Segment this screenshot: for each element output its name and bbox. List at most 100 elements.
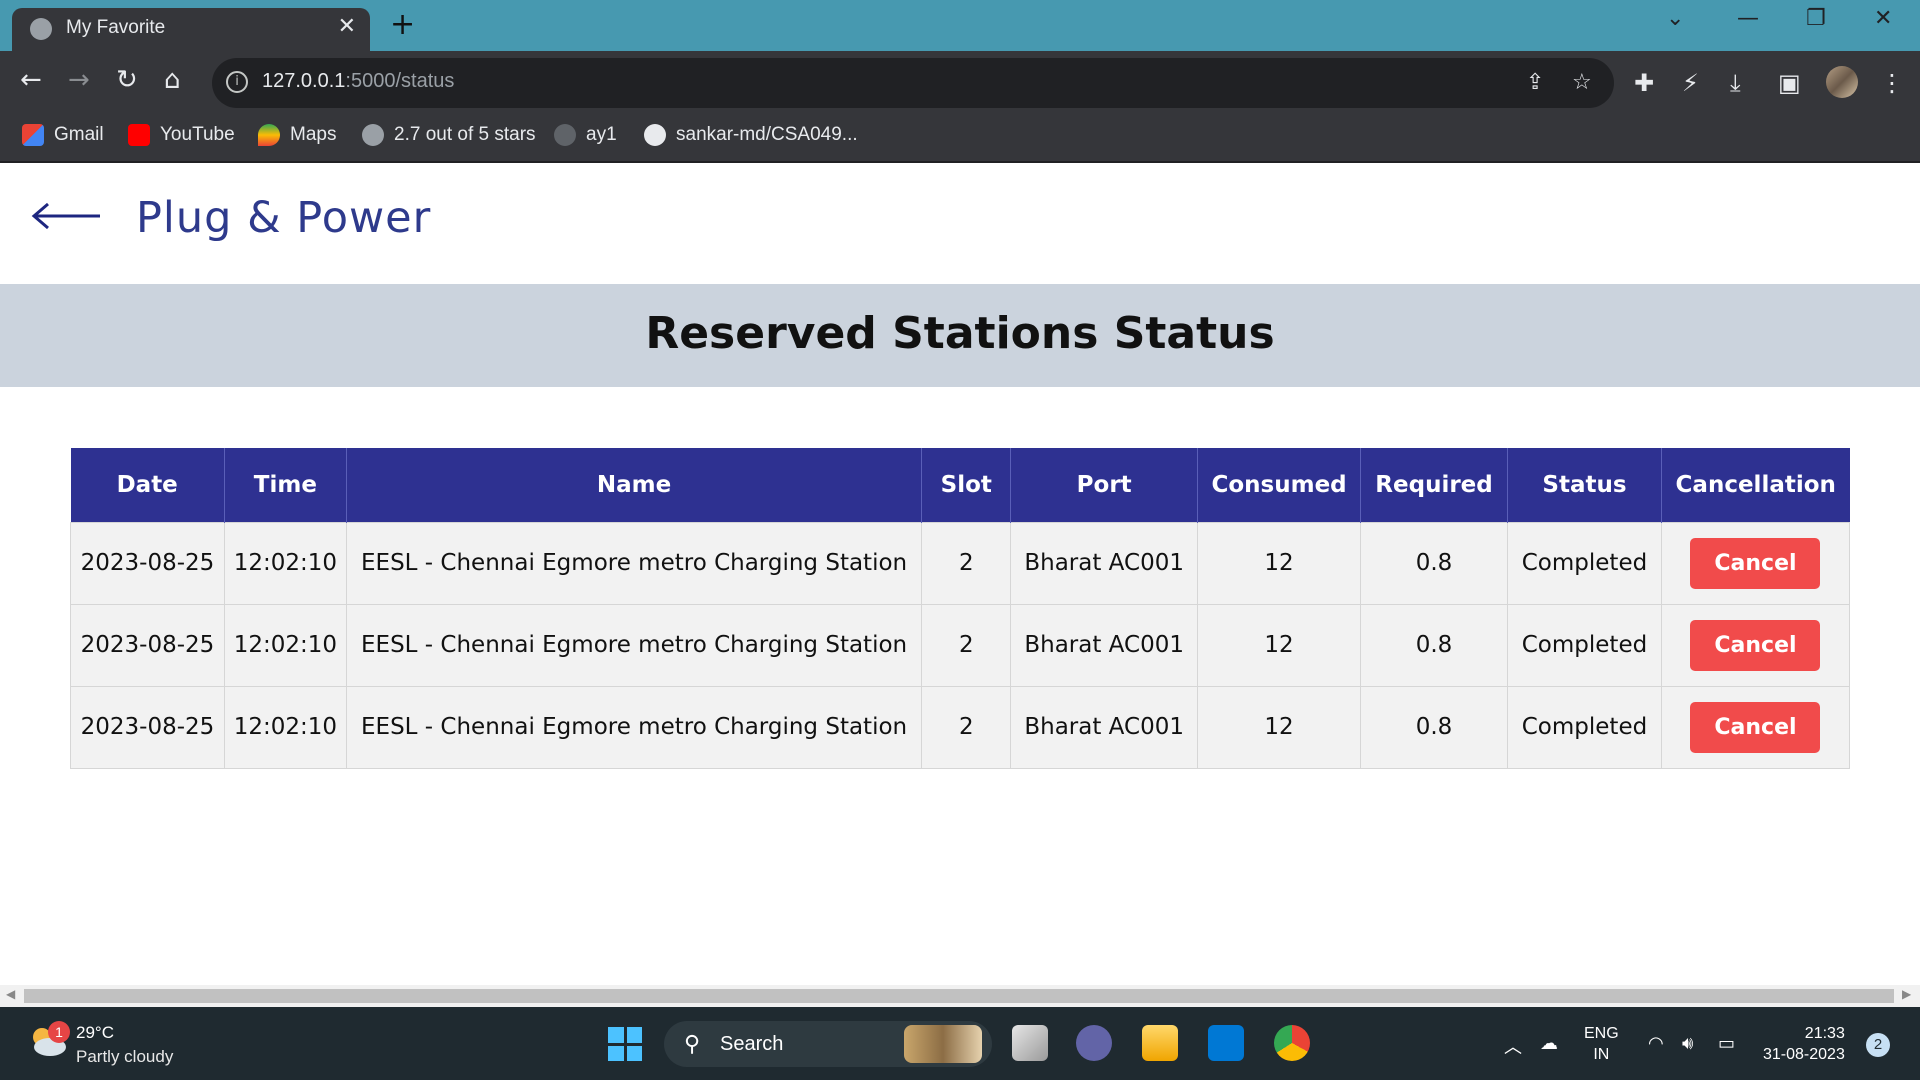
cell-time: 12:02:10 — [223, 685, 347, 769]
bookmark-ay1[interactable]: ay1 — [554, 124, 617, 146]
region-code: IN — [1593, 1046, 1610, 1063]
reload-icon[interactable]: ↻ — [116, 65, 138, 95]
search-icon: ⚲ — [684, 1031, 701, 1056]
cell-cancellation: Cancel — [1660, 521, 1851, 605]
wifi-icon[interactable]: ◠ — [1648, 1033, 1664, 1054]
restore-icon[interactable]: ❐ — [1806, 6, 1826, 31]
horizontal-scrollbar[interactable]: ◀ ▶ — [0, 985, 1920, 1007]
header-port: Port — [1010, 448, 1199, 522]
cell-cancellation: Cancel — [1660, 685, 1851, 769]
heading-banner: Reserved Stations Status — [0, 284, 1920, 387]
performance-icon[interactable]: ⚡ — [1682, 69, 1699, 97]
cell-required: 0.8 — [1360, 521, 1508, 605]
notification-badge[interactable]: 2 — [1866, 1033, 1890, 1057]
header-cancellation: Cancellation — [1661, 448, 1850, 522]
cell-port: Bharat AC001 — [1010, 685, 1199, 769]
bookmark-label: YouTube — [160, 124, 235, 145]
back-nav-icon[interactable]: ← — [20, 65, 42, 95]
bookmark-label: ay1 — [586, 124, 617, 145]
reservations-table: Date Time Name Slot Port Consumed Requir… — [70, 448, 1851, 769]
start-button[interactable] — [608, 1027, 642, 1061]
windows-logo-icon — [626, 1027, 642, 1043]
cell-date: 2023-08-25 — [70, 603, 225, 687]
file-explorer-icon[interactable] — [1142, 1025, 1178, 1061]
cancel-button[interactable]: Cancel — [1690, 619, 1821, 671]
windows-logo-icon — [626, 1045, 642, 1061]
minimize-icon[interactable]: — — [1737, 6, 1759, 31]
task-view-icon[interactable] — [1012, 1025, 1048, 1061]
page-content: Plug & Power Reserved Stations Status Da… — [0, 163, 1920, 985]
language-code: ENG — [1584, 1025, 1619, 1042]
download-icon[interactable]: ⤓ — [1730, 69, 1741, 97]
tab-title: My Favorite — [66, 17, 166, 38]
table-row: 2023-08-25 12:02:10 EESL - Chennai Egmor… — [70, 603, 1851, 687]
bookmark-label: Maps — [290, 124, 337, 145]
side-panel-icon[interactable]: ▣ — [1778, 69, 1801, 97]
clock-date: 31-08-2023 — [1763, 1046, 1845, 1063]
address-bar[interactable]: i 127.0.0.1:5000/status ⇪ ☆ — [212, 58, 1614, 108]
search-highlight-image — [904, 1025, 982, 1063]
chrome-icon[interactable] — [1274, 1025, 1310, 1061]
cancel-button[interactable]: Cancel — [1690, 537, 1821, 589]
scrollbar-thumb[interactable] — [24, 989, 1894, 1003]
url-text[interactable]: 127.0.0.1:5000/status — [262, 70, 454, 93]
github-icon — [554, 124, 576, 146]
language-indicator[interactable]: ENG IN — [1584, 1023, 1619, 1065]
window-close-icon[interactable]: ✕ — [1874, 6, 1892, 31]
onedrive-icon[interactable]: ☁ — [1540, 1033, 1558, 1054]
site-info-icon[interactable]: i — [226, 71, 248, 93]
vscode-icon[interactable] — [1208, 1025, 1244, 1061]
menu-icon[interactable]: ⋮ — [1880, 69, 1904, 97]
bookmark-gmail[interactable]: Gmail — [22, 124, 104, 146]
cell-time: 12:02:10 — [223, 521, 347, 605]
weather-badge: 1 — [48, 1021, 70, 1043]
header-consumed: Consumed — [1197, 448, 1362, 522]
tab-search-icon[interactable]: ⌄ — [1666, 6, 1684, 31]
browser-tab[interactable]: My Favorite ✕ — [12, 8, 370, 51]
battery-icon[interactable]: ▭ — [1718, 1033, 1735, 1054]
home-icon[interactable]: ⌂ — [164, 65, 181, 95]
cell-consumed: 12 — [1197, 521, 1362, 605]
new-tab-button[interactable]: + — [390, 7, 415, 42]
header-date: Date — [70, 448, 225, 522]
cancel-button[interactable]: Cancel — [1690, 701, 1821, 753]
cell-date: 2023-08-25 — [70, 685, 225, 769]
windows-logo-icon — [608, 1027, 624, 1043]
system-clock[interactable]: 21:33 31-08-2023 — [1763, 1023, 1845, 1065]
cell-slot: 2 — [921, 685, 1012, 769]
cell-required: 0.8 — [1360, 685, 1508, 769]
tab-close-button[interactable]: ✕ — [338, 14, 356, 39]
forward-nav-icon[interactable]: → — [68, 65, 90, 95]
cell-name: EESL - Chennai Egmore metro Charging Sta… — [345, 521, 923, 605]
globe-icon — [362, 124, 384, 146]
teams-chat-icon[interactable] — [1076, 1025, 1112, 1061]
bookmark-star-icon[interactable]: ☆ — [1572, 70, 1592, 95]
bookmark-youtube[interactable]: YouTube — [128, 124, 235, 146]
browser-toolbar: ← → ↻ ⌂ i 127.0.0.1:5000/status ⇪ ☆ ✚ ⚡ … — [0, 51, 1920, 115]
bookmark-label: 2.7 out of 5 stars — [394, 124, 536, 145]
brand-title[interactable]: Plug & Power — [136, 193, 431, 243]
extensions-icon[interactable]: ✚ — [1634, 69, 1654, 97]
bookmark-stars[interactable]: 2.7 out of 5 stars — [362, 124, 536, 146]
scroll-right-icon[interactable]: ▶ — [1902, 987, 1911, 1001]
profile-avatar[interactable] — [1826, 66, 1858, 98]
windows-logo-icon — [608, 1045, 624, 1061]
bookmark-sankar[interactable]: sankar-md/CSA049... — [644, 124, 858, 146]
cell-status: Completed — [1507, 685, 1662, 769]
weather-condition[interactable]: Partly cloudy — [76, 1047, 173, 1067]
header-name: Name — [346, 448, 923, 522]
weather-temperature[interactable]: 29°C — [76, 1023, 114, 1043]
back-arrow-icon[interactable] — [30, 201, 102, 231]
share-icon[interactable]: ⇪ — [1526, 70, 1544, 95]
taskbar-search[interactable]: ⚲ Search — [664, 1021, 992, 1067]
bookmark-maps[interactable]: Maps — [258, 124, 336, 146]
bookmarks-bar: Gmail YouTube Maps 2.7 out of 5 stars ay… — [0, 115, 1920, 163]
header-time: Time — [224, 448, 347, 522]
scroll-left-icon[interactable]: ◀ — [6, 987, 15, 1001]
table-header-row: Date Time Name Slot Port Consumed Requir… — [70, 448, 1850, 522]
cell-slot: 2 — [921, 603, 1012, 687]
show-hidden-icons[interactable]: ︿ — [1504, 1033, 1522, 1059]
cell-required: 0.8 — [1360, 603, 1508, 687]
volume-icon[interactable]: 🔊︎ — [1682, 1033, 1693, 1054]
search-label: Search — [720, 1033, 784, 1055]
